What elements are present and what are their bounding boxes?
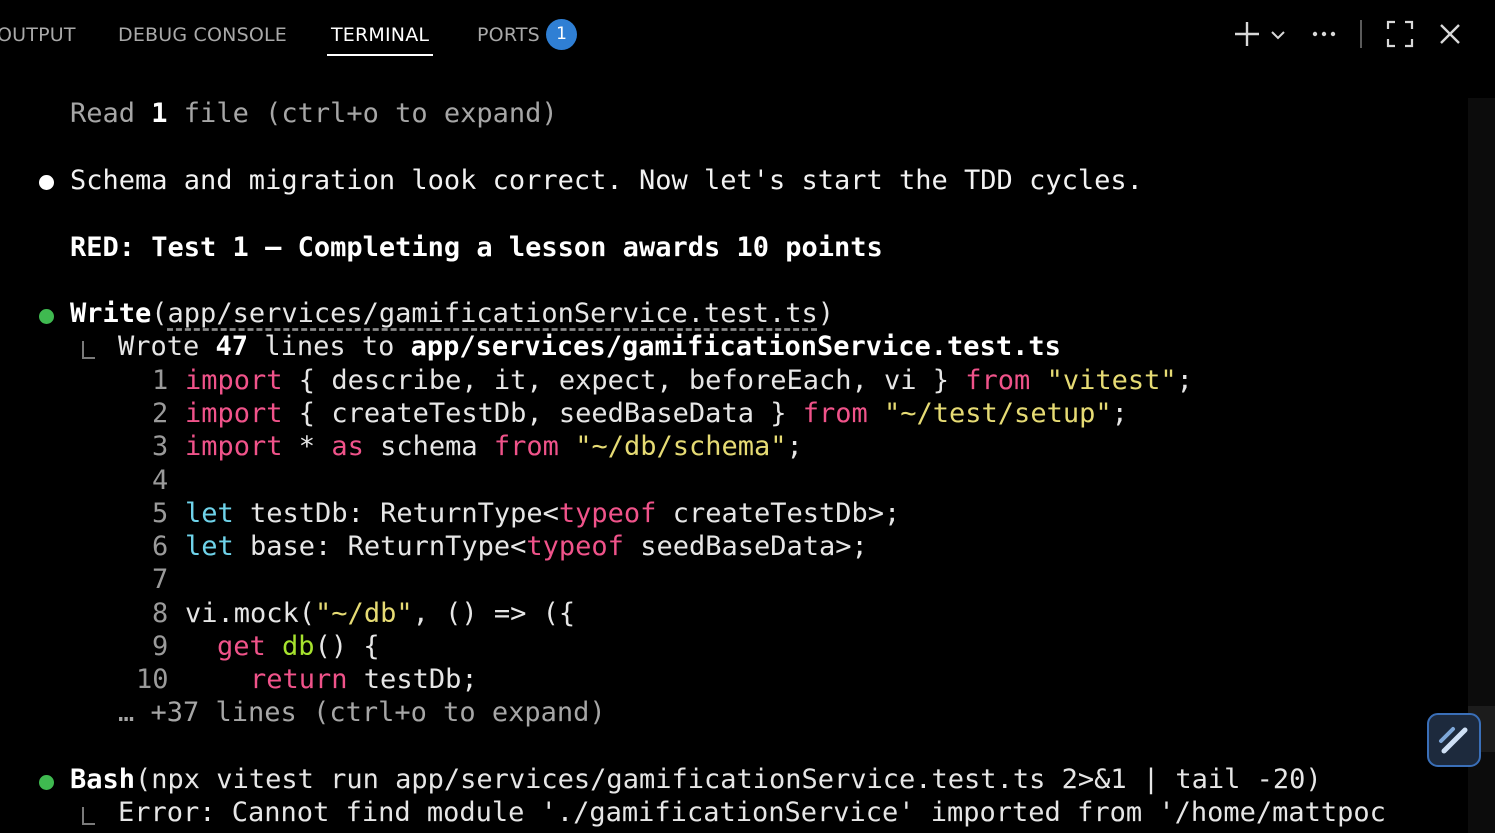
code-line: return testDb; [250,664,478,695]
floating-action-button[interactable] [1427,713,1481,767]
paren-open: ( [151,298,168,329]
tdd-red-heading: RED: Test 1 — Completing a lesson awards… [70,232,883,263]
line-number: 8 [152,598,169,629]
success-bullet-icon [39,775,54,790]
line-number: 2 [152,398,169,429]
panel-header: OUTPUT DEBUG CONSOLE TERMINAL PORTS 1 [0,0,1495,70]
plus-icon[interactable] [1232,19,1262,49]
tree-branch-icon [82,341,95,359]
line-number: 6 [152,531,169,562]
close-icon[interactable] [1437,21,1463,47]
code-line: vi.mock("~/db", () => ({ [185,598,576,629]
success-bullet-icon [39,309,54,324]
read-suffix: file (ctrl+o to expand) [167,98,558,129]
line-number: 7 [152,564,169,595]
assistant-message: Schema and migration look correct. Now l… [70,165,1143,196]
tree-branch-icon [82,807,95,825]
tab-debug-console[interactable]: DEBUG CONSOLE [118,22,287,48]
file-path-link[interactable]: app/services/gamificationService.test.ts [168,298,818,329]
paren-close: ) [817,298,835,329]
wrote-count: 47 [215,331,249,362]
code-line: get db() { [217,631,380,662]
message-bullet-icon [39,175,54,190]
bash-command: (npx vitest run app/services/gamificatio… [135,764,1322,795]
write-tool-call: Write(app/services/gamificationService.t… [70,297,834,330]
maximize-icon[interactable] [1385,19,1415,49]
wrote-path: app/services/gamificationService.test.ts [410,331,1061,362]
ellipsis-icon[interactable] [1310,24,1338,44]
read-prefix: Read [70,98,152,129]
line-number: 1 [152,365,169,396]
line-number: 3 [152,431,169,462]
wrote-prefix: Wrote [118,331,216,362]
line-number: 4 [152,465,169,496]
line-number: 10 [136,664,169,695]
wrote-result-line: Wrote 47 lines to app/services/gamificat… [118,330,1061,363]
line-number: 5 [152,498,169,529]
tab-terminal[interactable]: TERMINAL [331,22,429,48]
tool-name: Write [70,298,152,329]
code-line: import * as schema from "~/db/schema"; [185,431,803,462]
wrote-middle: lines to [248,331,411,362]
line-number: 9 [152,631,169,662]
code-line: import { createTestDb, seedBaseData } fr… [185,398,1128,429]
code-line: let base: ReturnType<typeof seedBaseData… [185,531,868,562]
error-output-line: Error: Cannot find module './gamificatio… [118,797,1386,828]
read-file-line: Read 1 file (ctrl+o to expand) [70,97,558,130]
code-line: let testDb: ReturnType<typeof createTest… [185,498,901,529]
tool-name: Bash [70,764,136,795]
read-count: 1 [151,98,168,129]
active-tab-indicator [327,54,433,56]
slash-icon [1439,727,1468,754]
tab-ports[interactable]: PORTS [477,22,540,48]
header-separator [1360,20,1362,48]
tab-output[interactable]: OUTPUT [0,22,76,48]
code-line: import { describe, it, expect, beforeEac… [185,365,1193,396]
bash-tool-call: Bash(npx vitest run app/services/gamific… [70,763,1322,796]
ports-count-badge: 1 [546,19,577,50]
expand-more-lines[interactable]: … +37 lines (ctrl+o to expand) [118,696,606,729]
chevron-down-icon[interactable] [1268,25,1288,45]
